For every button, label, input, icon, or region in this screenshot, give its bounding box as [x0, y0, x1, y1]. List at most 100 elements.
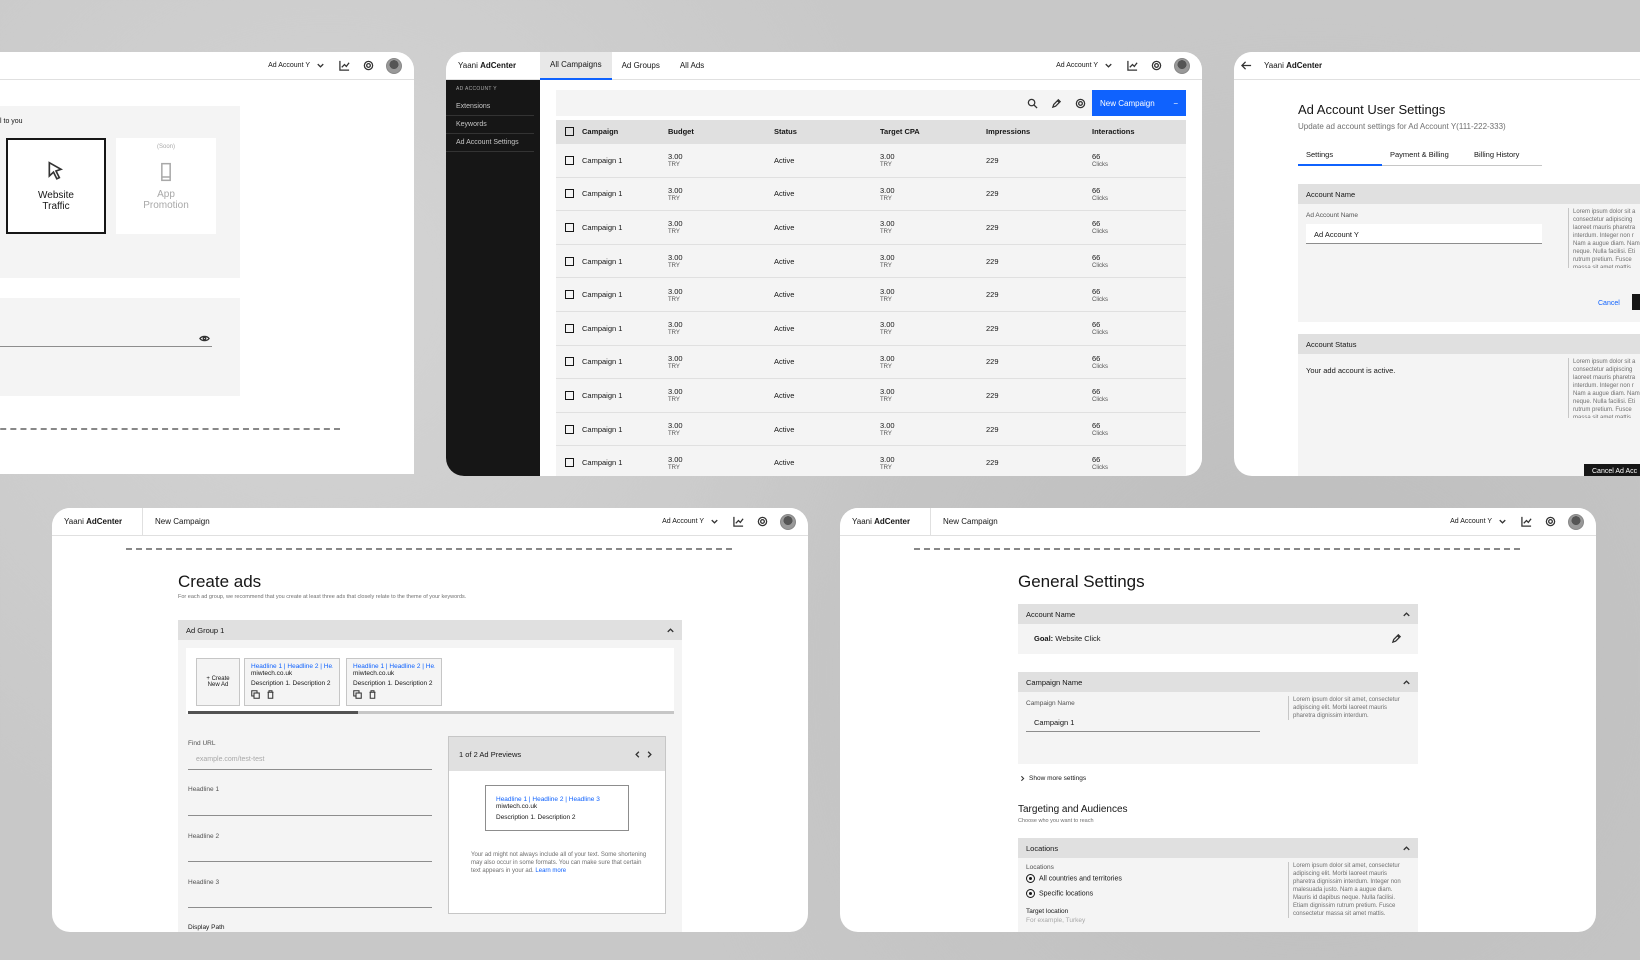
cancel-account-button[interactable]: Cancel Ad Acc [1584, 464, 1640, 476]
final-url-input[interactable]: example.com/test-test [188, 752, 432, 770]
tab-ad-groups[interactable]: Ad Groups [612, 52, 670, 80]
row-checkbox[interactable] [565, 390, 574, 400]
gear-icon[interactable] [756, 516, 768, 528]
eye-icon[interactable] [198, 332, 210, 344]
gear-icon[interactable] [362, 60, 374, 72]
avatar[interactable] [1174, 57, 1190, 74]
col-impressions[interactable]: Impressions [986, 127, 1092, 136]
account-name-input[interactable]: Ad Account Y [1306, 224, 1542, 244]
cell-campaign[interactable]: Campaign 1 [582, 223, 668, 232]
headline3-input[interactable] [188, 890, 432, 908]
chevron-right-icon[interactable] [643, 748, 655, 760]
tab-all-campaigns[interactable]: All Campaigns [540, 52, 612, 80]
copy-icon[interactable] [251, 690, 260, 699]
table-row[interactable]: Campaign 1 3.00 TRY Active 3.00 TRY 229 66 Click… [556, 412, 1186, 447]
section-account-header[interactable]: Account Name [1018, 604, 1418, 624]
ad-card[interactable]: Headline 1 | Headline 2 | He... miwtech.… [346, 658, 442, 706]
account-selector[interactable]: Ad Account Y [1056, 60, 1114, 72]
cell-campaign[interactable]: Campaign 1 [582, 324, 668, 333]
cell-campaign[interactable]: Campaign 1 [582, 290, 668, 299]
cell-campaign[interactable]: Campaign 1 [582, 425, 668, 434]
goal-tile-website-traffic[interactable]: Website Traffic [6, 138, 106, 234]
sidebar-item-account-settings[interactable]: Ad Account Settings [446, 134, 534, 152]
chart-icon[interactable] [1126, 60, 1138, 72]
section-campaign-header[interactable]: Campaign Name [1018, 672, 1418, 692]
table-row[interactable]: Campaign 1 3.00 TRY Active 3.00 TRY 229 66 Click… [556, 211, 1186, 245]
chart-icon[interactable] [732, 516, 744, 528]
col-status[interactable]: Status [774, 127, 880, 136]
chevron-left-icon[interactable] [631, 748, 643, 760]
target-location-input[interactable]: For example, Turkey [1026, 917, 1085, 924]
table-row[interactable]: Campaign 1 3.00 TRY Active 3.00 TRY 229 66 Click… [556, 144, 1186, 178]
radio-all-countries[interactable]: All countries and territories [1026, 874, 1122, 883]
select-all-checkbox[interactable] [565, 127, 574, 136]
cell-campaign[interactable]: Campaign 1 [582, 257, 668, 266]
table-row[interactable]: Campaign 1 3.00 TRY Active 3.00 TRY 229 66 Click… [556, 177, 1186, 212]
row-checkbox[interactable] [565, 256, 574, 266]
chart-icon[interactable] [338, 60, 350, 72]
account-selector[interactable]: Ad Account Y [1450, 516, 1508, 528]
headline1-input[interactable] [188, 798, 432, 816]
account-selector[interactable]: Ad Account Y [268, 60, 326, 72]
table-row[interactable]: Campaign 1 3.00 TRY Active 3.00 TRY 229 66 Click… [556, 379, 1186, 413]
ad-group-header[interactable]: Ad Group 1 [178, 620, 682, 640]
new-campaign-button[interactable]: New Campaign − [1092, 90, 1186, 116]
carousel-scrollbar[interactable] [188, 711, 674, 714]
gear-icon[interactable] [1150, 60, 1162, 72]
cancel-link[interactable]: Cancel [1598, 300, 1620, 307]
cell-campaign[interactable]: Campaign 1 [582, 156, 668, 165]
cell-campaign[interactable]: Campaign 1 [582, 357, 668, 366]
learn-more-link[interactable]: Learn more [535, 868, 566, 874]
table-row[interactable]: Campaign 1 3.00 TRY Active 3.00 TRY 229 66 Click… [556, 278, 1186, 312]
col-budget[interactable]: Budget [668, 127, 774, 136]
scrollbar-thumb[interactable] [188, 711, 359, 714]
search-icon[interactable] [1026, 97, 1038, 109]
copy-icon[interactable] [353, 690, 362, 699]
edit-icon[interactable] [1390, 632, 1402, 644]
trash-icon[interactable] [368, 690, 377, 699]
create-new-ad-button[interactable]: + Create New Ad [196, 658, 240, 706]
row-checkbox[interactable] [565, 155, 574, 165]
headline2-input[interactable] [188, 844, 432, 862]
trash-icon[interactable] [266, 690, 275, 699]
save-button[interactable] [1632, 294, 1640, 310]
section-locations-header[interactable]: Locations [1018, 838, 1418, 858]
row-checkbox[interactable] [565, 189, 574, 199]
col-interactions[interactable]: Interactions [1092, 127, 1186, 136]
table-row[interactable]: Campaign 1 3.00 TRY Active 3.00 TRY 229 66 Click… [556, 311, 1186, 346]
col-campaign[interactable]: Campaign [582, 127, 668, 136]
cell-campaign[interactable]: Campaign 1 [582, 458, 668, 467]
edit-icon[interactable] [1050, 97, 1062, 109]
chart-icon[interactable] [1520, 516, 1532, 528]
cell-campaign[interactable]: Campaign 1 [582, 391, 668, 400]
show-more-settings[interactable]: Show more settings [1018, 774, 1086, 783]
tab-payment-billing[interactable]: Payment & Billing [1382, 150, 1466, 166]
password-field[interactable] [0, 346, 212, 347]
row-checkbox[interactable] [565, 424, 574, 434]
table-row[interactable]: Campaign 1 3.00 TRY Active 3.00 TRY 229 66 Click… [556, 446, 1186, 476]
radio-specific-locations[interactable]: Specific locations [1026, 889, 1093, 898]
row-checkbox[interactable] [565, 458, 574, 468]
avatar[interactable] [1568, 513, 1584, 530]
cell-campaign[interactable]: Campaign 1 [582, 189, 668, 198]
gear-icon[interactable] [1544, 516, 1556, 528]
account-selector[interactable]: Ad Account Y [662, 516, 720, 528]
avatar[interactable] [780, 513, 796, 530]
tab-all-ads[interactable]: All Ads [670, 52, 714, 80]
col-target-cpa[interactable]: Target CPA [880, 127, 986, 136]
campaign-name-input[interactable]: Campaign 1 [1026, 712, 1260, 732]
row-checkbox[interactable] [565, 222, 574, 232]
avatar[interactable] [386, 57, 402, 74]
back-arrow-icon[interactable] [1240, 60, 1252, 72]
gear-icon[interactable] [1074, 97, 1086, 109]
sidebar-item-keywords[interactable]: Keywords [446, 116, 534, 134]
sidebar-item-extensions[interactable]: Extensions [446, 98, 534, 116]
tab-billing-history[interactable]: Billing History [1466, 150, 1542, 166]
row-checkbox[interactable] [565, 357, 574, 367]
tab-settings[interactable]: Settings [1298, 150, 1382, 166]
ad-card[interactable]: Headline 1 | Headline 2 | He... miwtech.… [244, 658, 340, 706]
table-row[interactable]: Campaign 1 3.00 TRY Active 3.00 TRY 229 66 Click… [556, 345, 1186, 380]
row-checkbox[interactable] [565, 323, 574, 333]
table-row[interactable]: Campaign 1 3.00 TRY Active 3.00 TRY 229 66 Click… [556, 244, 1186, 279]
row-checkbox[interactable] [565, 290, 574, 300]
